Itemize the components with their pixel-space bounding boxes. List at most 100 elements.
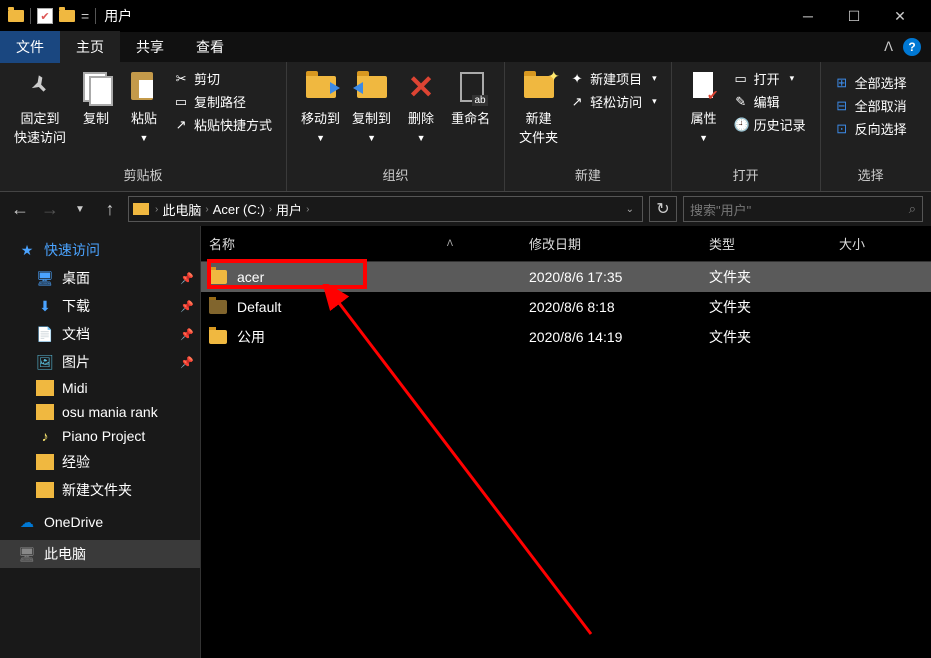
sidebar-item[interactable]: ♪ Piano Project [0,424,200,448]
column-size[interactable]: 大小 [831,230,931,257]
sidebar-item[interactable]: osu mania rank [0,400,200,424]
copy-to-button[interactable]: 复制到▼ [346,66,397,162]
delete-icon: ✕ [404,70,438,104]
cloud-icon: ☁ [18,514,36,530]
pic-icon: 🖼 [36,354,54,370]
tab-view[interactable]: 查看 [180,31,240,63]
sidebar-item[interactable]: 新建文件夹 [0,476,200,504]
address-bar[interactable]: › 此电脑 › Acer (C:) › 用户 › ⌄ [128,196,643,222]
minimize-button[interactable]: ─ [785,0,831,32]
new-folder-button[interactable]: 新建 文件夹 [513,66,564,162]
edit-button[interactable]: ✎编辑 [732,91,808,112]
open-icon: ▭ [734,71,748,87]
sidebar-item[interactable]: 🖼 图片 📌 [0,348,200,376]
sidebar-onedrive[interactable]: ☁ OneDrive [0,510,200,534]
sidebar-item-label: Piano Project [62,428,145,444]
sidebar-item[interactable]: 经验 [0,448,200,476]
file-date: 2020/8/6 17:35 [529,269,709,285]
ribbon-group-select: ⊞全部选择 ⊟全部取消 ⊡反向选择 选择 [821,62,921,191]
crumb-drive[interactable]: Acer (C:) [209,202,269,217]
back-button[interactable]: ← [8,199,32,220]
sidebar-item[interactable]: ⬇下载📌 [0,292,200,320]
sidebar-item-label: 新建文件夹 [62,480,132,500]
easy-access-icon: ↗ [570,94,584,110]
copy-button[interactable]: 复制 [72,66,120,162]
file-row[interactable]: Default2020/8/6 8:18文件夹 [201,292,931,322]
fld-icon [36,404,54,420]
crumb-users[interactable]: 用户 [272,200,306,219]
tab-file[interactable]: 文件 [0,31,60,63]
sidebar-this-pc[interactable]: 🖥 此电脑 [0,540,200,568]
paste-button[interactable]: 粘贴 ▼ [120,66,168,162]
search-icon: ⌕ [909,201,916,217]
column-date[interactable]: 修改日期 [521,230,701,257]
pin-icon: 📌 [180,272,194,285]
file-row[interactable]: 公用2020/8/6 14:19文件夹 [201,322,931,352]
copy-path-button[interactable]: ▭复制路径 [172,91,274,112]
sort-indicator-icon: ᐱ [447,238,453,249]
delete-button[interactable]: ✕ 删除▼ [397,66,445,162]
column-type[interactable]: 类型 [701,230,831,257]
collapse-ribbon-icon[interactable]: ᐱ [884,39,893,55]
doc-icon: 📄 [36,326,54,342]
close-button[interactable]: ✕ [877,0,923,32]
rename-button[interactable]: 重命名 [445,66,496,162]
group-label: 剪贴板 [124,162,163,187]
sidebar-item-label: 下载 [62,296,90,316]
address-dropdown-icon[interactable]: ⌄ [626,204,634,215]
copy-to-icon [355,70,389,104]
ribbon-group-open: 属性▼ ▭打开▾ ✎编辑 🕘历史记录 打开 [672,62,821,191]
pin-icon: 📌 [180,356,194,369]
tab-home[interactable]: 主页 [60,31,120,63]
qat-folder-icon[interactable] [59,10,75,22]
ribbon-group-organize: 移动到▼ 复制到▼ ✕ 删除▼ 重命名 组织 [287,62,505,191]
file-name: 公用 [237,327,265,347]
file-date: 2020/8/6 14:19 [529,329,709,345]
forward-button[interactable]: → [38,199,62,220]
rename-icon [454,70,488,104]
search-input[interactable]: 搜索"用户" ⌕ [683,196,923,222]
move-to-button[interactable]: 移动到▼ [295,66,346,162]
properties-button[interactable]: 属性▼ [680,66,728,162]
sidebar-item-label: 文档 [62,324,90,344]
music-icon: ♪ [36,428,54,444]
navigation-bar: ← → ▼ ↑ › 此电脑 › Acer (C:) › 用户 › ⌄ ↻ 搜索"… [0,192,931,226]
folder-icon [133,203,149,215]
sidebar-item-label: Midi [62,380,88,396]
qat-properties-icon[interactable]: ✔ [37,8,53,24]
help-icon[interactable]: ? [903,38,921,56]
paste-shortcut-button[interactable]: ↗粘贴快捷方式 [172,114,274,135]
easy-access-button[interactable]: ↗轻松访问▾ [568,91,659,112]
desktop-icon: 🖥 [36,270,54,286]
up-button[interactable]: ↑ [98,199,122,220]
file-type: 文件夹 [709,267,839,287]
crumb-thispc[interactable]: 此电脑 [158,200,205,219]
invert-selection-button[interactable]: ⊡反向选择 [833,118,909,139]
search-placeholder: 搜索"用户" [690,200,751,219]
new-item-button[interactable]: ✦新建项目▾ [568,68,659,89]
group-label: 新建 [575,162,601,187]
sidebar-item-label: 图片 [62,352,90,372]
select-all-button[interactable]: ⊞全部选择 [833,72,909,93]
pin-icon [23,70,57,104]
star-icon: ★ [18,242,36,258]
recent-locations-button[interactable]: ▼ [68,204,92,215]
file-name: Default [237,299,281,315]
sidebar-item[interactable]: 🖥桌面📌 [0,264,200,292]
select-all-icon: ⊞ [835,75,849,91]
open-button[interactable]: ▭打开▾ [732,68,808,89]
column-name[interactable]: 名称ᐱ [201,230,521,257]
maximize-button[interactable]: ☐ [831,0,877,32]
invert-icon: ⊡ [835,121,849,137]
cut-button[interactable]: ✂剪切 [172,68,274,89]
history-button[interactable]: 🕘历史记录 [732,114,808,135]
sidebar-item[interactable]: 📄文档📌 [0,320,200,348]
pin-quickaccess-button[interactable]: 固定到 快速访问 [8,66,72,162]
move-icon [304,70,338,104]
select-none-button[interactable]: ⊟全部取消 [833,95,909,116]
sidebar-item[interactable]: Midi [0,376,200,400]
refresh-button[interactable]: ↻ [649,196,677,222]
tab-share[interactable]: 共享 [120,31,180,63]
file-row[interactable]: acer2020/8/6 17:35文件夹 [201,262,931,292]
sidebar-quick-access[interactable]: ★ 快速访问 [0,236,200,264]
